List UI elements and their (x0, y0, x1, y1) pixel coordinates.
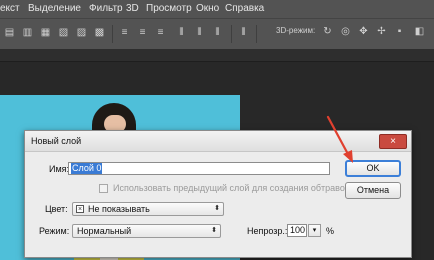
3d-mode-label: 3D-режим: (276, 26, 316, 35)
menu-item-select[interactable]: Выделение (28, 3, 81, 14)
color-select-value: Не показывать (88, 204, 150, 214)
3d-pan-icon[interactable]: ✥ (358, 26, 369, 38)
toolbar-separator (112, 25, 113, 43)
toolbar-separator (256, 25, 257, 43)
align-right-icon[interactable]: ▩ (94, 27, 105, 39)
layer-name-input[interactable]: Слой 0 (68, 162, 330, 175)
color-select[interactable]: × Не показывать ⬍ (72, 202, 224, 216)
new-layer-dialog: Новый слой × Имя: Слой 0 Использовать пр… (24, 130, 412, 258)
blend-mode-value: Нормальный (77, 226, 132, 236)
chevron-updown-icon: ⬍ (211, 227, 217, 234)
dialog-titlebar[interactable]: Новый слой × (25, 131, 411, 152)
opacity-input[interactable]: 100 (287, 224, 307, 237)
align-left-icon[interactable]: ▧ (58, 27, 69, 39)
align-top-icon[interactable]: ▤ (4, 27, 15, 39)
close-button[interactable]: × (379, 134, 407, 149)
3d-scale-icon[interactable]: ▪ (394, 26, 405, 38)
menu-bar: екст Выделение Фильтр 3D Просмотр Окно С… (0, 0, 434, 18)
align-vcenter-icon[interactable]: ▥ (22, 27, 33, 39)
opacity-dropdown-button[interactable]: ▾ (308, 224, 321, 237)
document-tab-bar (0, 49, 434, 62)
align-bottom-icon[interactable]: ▦ (40, 27, 51, 39)
layer-name-value: Слой 0 (71, 163, 103, 174)
auto-align-icon[interactable]: ⫴ (238, 27, 249, 39)
menu-item-text[interactable]: екст (0, 3, 20, 14)
menu-item-3d[interactable]: 3D (126, 3, 139, 14)
clip-mask-checkbox[interactable] (99, 184, 108, 193)
opacity-unit: % (326, 226, 335, 236)
name-label: Имя: (49, 164, 70, 174)
distribute-top-icon[interactable]: ≡ (119, 27, 130, 39)
menu-item-filter[interactable]: Фильтр (89, 3, 123, 14)
color-none-icon: × (76, 205, 84, 213)
3d-roll-icon[interactable]: ◎ (340, 26, 351, 38)
distribute-vcenter-icon[interactable]: ≡ (137, 27, 148, 39)
distribute-left-icon[interactable]: ⦀ (176, 27, 187, 39)
3d-slide-icon[interactable]: ✢ (376, 26, 387, 38)
distribute-hcenter-icon[interactable]: ⦀ (194, 27, 205, 39)
align-hcenter-icon[interactable]: ▨ (76, 27, 87, 39)
distribute-bottom-icon[interactable]: ≡ (155, 27, 166, 39)
ok-button[interactable]: OK (345, 160, 401, 177)
cancel-button[interactable]: Отмена (345, 182, 401, 199)
distribute-right-icon[interactable]: ⦀ (212, 27, 223, 39)
menu-item-help[interactable]: Справка (225, 3, 264, 14)
mode-label: Режим: (39, 226, 70, 236)
menu-item-view[interactable]: Просмотр (146, 3, 192, 14)
dialog-title: Новый слой (31, 136, 82, 146)
toolbar-separator (231, 25, 232, 43)
opacity-label: Непрозр.: (247, 226, 288, 236)
color-label: Цвет: (45, 204, 68, 214)
3d-camera-icon[interactable]: ◧ (414, 26, 425, 38)
chevron-updown-icon: ⬍ (214, 205, 220, 212)
menu-item-window[interactable]: Окно (196, 3, 219, 14)
blend-mode-select[interactable]: Нормальный ⬍ (72, 224, 221, 238)
3d-rotate-icon[interactable]: ↻ (322, 26, 333, 38)
